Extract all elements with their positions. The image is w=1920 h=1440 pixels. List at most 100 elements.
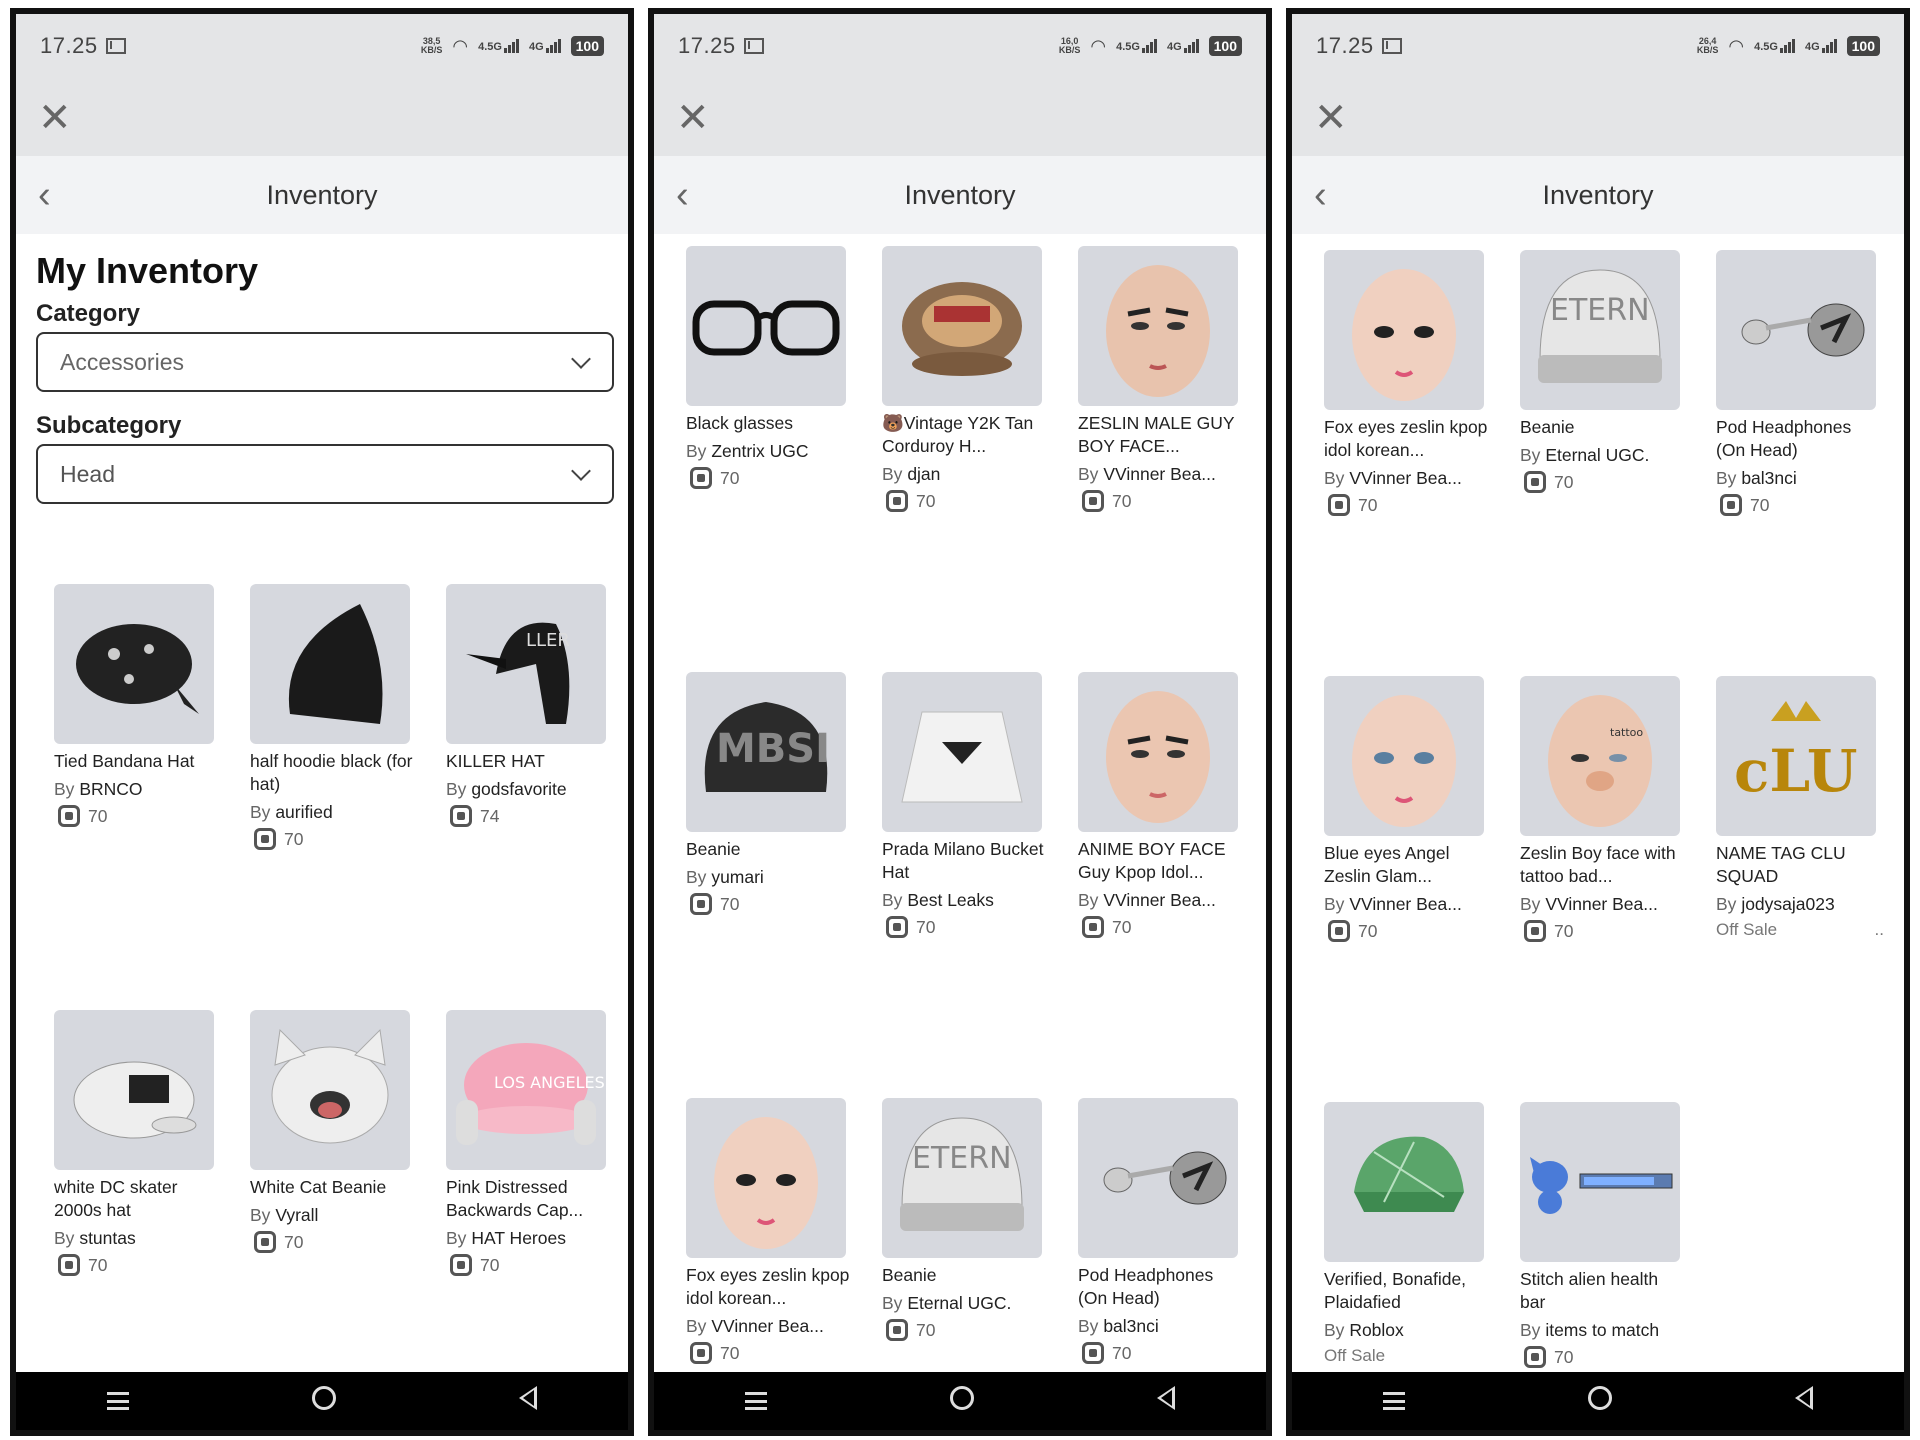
item-name: Beanie [882, 1265, 937, 1285]
item-creator: By BRNCO [54, 779, 143, 799]
item-name: 🐻Vintage Y2K Tan Corduroy H... [882, 413, 1034, 456]
phone-screen-3: 17.25 26,4 KB/S ◠ 4.5G 4G 100 ✕ ‹ Invento… [1286, 8, 1910, 1436]
item-thumbnail: cLU [1716, 676, 1876, 836]
item-creator: By VVinner Bea... [1078, 890, 1216, 910]
svg-text:ETERN: ETERN [1550, 293, 1650, 328]
item-card[interactable]: Stitch alien health bar By items to matc… [1520, 1102, 1688, 1368]
item-thumbnail [686, 1098, 846, 1258]
svg-text:tattoo: tattoo [1610, 726, 1643, 739]
back-chevron-icon[interactable]: ‹ [676, 174, 689, 217]
item-name: White Cat Beanie [250, 1177, 387, 1197]
close-icon[interactable]: ✕ [38, 98, 72, 138]
nav-header: ‹ Inventory [1292, 156, 1904, 234]
gmail-icon [1381, 38, 1402, 54]
item-name: Blue eyes Angel Zeslin Glam... [1324, 843, 1450, 886]
item-price: 70 [1324, 494, 1492, 516]
item-price: 70 [1520, 1346, 1688, 1368]
recent-apps-button[interactable] [1383, 1384, 1406, 1418]
back-chevron-icon[interactable]: ‹ [1314, 174, 1327, 217]
item-card[interactable]: Blue eyes Angel Zeslin Glam... By VVinne… [1324, 676, 1492, 942]
inventory-content: Fox eyes zeslin kpop idol korean... By V… [1292, 234, 1904, 1384]
close-icon[interactable]: ✕ [1314, 98, 1348, 138]
phone-screen-2: 17.25 16,0 KB/S ◠ 4.5G 4G 100 ✕ ‹ Invento… [648, 8, 1272, 1436]
back-triangle-icon [518, 1386, 537, 1410]
menu-icon [1383, 1392, 1406, 1410]
item-creator: By VVinner Bea... [1324, 468, 1462, 488]
item-thumbnail [250, 584, 410, 744]
home-button[interactable] [949, 1384, 974, 1418]
robux-icon [1524, 920, 1546, 942]
item-card[interactable]: 🐻Vintage Y2K Tan Corduroy H... By djan 7… [882, 246, 1050, 512]
home-button[interactable] [311, 1384, 336, 1418]
item-creator: By Roblox [1324, 1320, 1404, 1340]
subcategory-label: Subcategory [36, 412, 182, 439]
my-inventory-heading: My Inventory [36, 250, 259, 291]
item-card[interactable]: ZESLIN MALE GUY BOY FACE... By VVinner B… [1078, 246, 1246, 512]
inventory-content: Black glasses By Zentrix UGC 70 🐻Vintage… [654, 234, 1266, 1384]
robux-icon [450, 805, 472, 827]
back-button[interactable] [1794, 1384, 1813, 1418]
item-card[interactable]: cLU NAME TAG CLU SQUAD By jodysaja023 Of… [1716, 676, 1884, 940]
item-card[interactable]: Black glasses By Zentrix UGC 70 [686, 246, 854, 489]
svg-text:ETERN: ETERN [912, 1141, 1012, 1176]
item-card[interactable]: Fox eyes zeslin kpop idol korean... By V… [1324, 250, 1492, 516]
robux-icon [690, 893, 712, 915]
item-card[interactable]: half hoodie black (for hat) By aurified … [250, 584, 418, 850]
item-name: Stitch alien health bar [1520, 1269, 1659, 1312]
robux-icon [1082, 916, 1104, 938]
item-card[interactable]: white DC skater 2000s hat By stuntas 70 [54, 1010, 222, 1276]
item-thumbnail [1716, 250, 1876, 410]
back-chevron-icon[interactable]: ‹ [38, 174, 51, 217]
home-icon [311, 1386, 336, 1410]
item-thumbnail [1078, 246, 1238, 406]
item-creator: By items to match [1520, 1320, 1660, 1340]
item-card[interactable]: ANIME BOY FACE Guy Kpop Idol... By VVinn… [1078, 672, 1246, 938]
signal-4g-icon: 4G [1805, 39, 1837, 53]
item-card[interactable]: Prada Milano Bucket Hat By Best Leaks 70 [882, 672, 1050, 938]
network-speed: 26,4 KB/S [1696, 36, 1719, 55]
item-name: Prada Milano Bucket Hat [882, 839, 1044, 882]
category-dropdown[interactable]: Accessories [36, 332, 614, 392]
battery-icon: 100 [570, 36, 604, 56]
status-time: 17.25 [40, 33, 98, 58]
robux-icon [886, 916, 908, 938]
close-icon[interactable]: ✕ [676, 98, 710, 138]
item-creator: By Eternal UGC. [1520, 445, 1650, 465]
recent-apps-button[interactable] [107, 1384, 130, 1418]
category-value: Accessories [60, 348, 184, 375]
item-card[interactable]: ETERN Beanie By Eternal UGC. 70 [882, 1098, 1050, 1341]
item-name: Fox eyes zeslin kpop idol korean... [686, 1265, 850, 1308]
item-name: Beanie [686, 839, 741, 859]
item-card[interactable]: Fox eyes zeslin kpop idol korean... By V… [686, 1098, 854, 1364]
item-card[interactable]: LOS ANGELES Pink Distressed Backwards Ca… [446, 1010, 614, 1276]
gmail-icon [105, 38, 126, 54]
item-card[interactable]: MBSI Beanie By yumari 70 [686, 672, 854, 915]
item-thumbnail [1324, 250, 1484, 410]
back-button[interactable] [518, 1384, 537, 1418]
wifi-icon: ◠ [452, 35, 469, 56]
back-button[interactable] [1156, 1384, 1175, 1418]
item-card[interactable]: Tied Bandana Hat By BRNCO 70 [54, 584, 222, 827]
page-title: Inventory [266, 179, 378, 210]
item-card[interactable]: LLER KILLER HAT By godsfavorite 74 [446, 584, 614, 827]
item-card[interactable]: tattoo Zeslin Boy face with tattoo bad..… [1520, 676, 1688, 942]
item-name: white DC skater 2000s hat [54, 1177, 178, 1220]
item-price: 70 [54, 805, 222, 827]
item-thumbnail: LOS ANGELES [446, 1010, 606, 1170]
item-thumbnail: ETERN [1520, 250, 1680, 410]
robux-icon [886, 490, 908, 512]
item-card[interactable]: Verified, Bonafide, Plaidafied By Roblox… [1324, 1102, 1492, 1366]
item-card[interactable]: ETERN Beanie By Eternal UGC. 70 [1520, 250, 1688, 493]
home-button[interactable] [1587, 1384, 1612, 1418]
item-creator: By bal3nci [1716, 468, 1797, 488]
item-card[interactable]: Pod Headphones (On Head) By bal3nci 70 [1078, 1098, 1246, 1364]
home-icon [949, 1386, 974, 1410]
wifi-icon: ◠ [1728, 35, 1745, 56]
page-title: Inventory [1542, 179, 1654, 210]
svg-text:MBSI: MBSI [716, 726, 830, 772]
signal-4-5g-icon: 4.5G [1116, 39, 1157, 53]
subcategory-dropdown[interactable]: Head [36, 444, 614, 504]
item-card[interactable]: White Cat Beanie By Vyrall 70 [250, 1010, 418, 1253]
recent-apps-button[interactable] [745, 1384, 768, 1418]
item-card[interactable]: Pod Headphones (On Head) By bal3nci 70 [1716, 250, 1884, 516]
